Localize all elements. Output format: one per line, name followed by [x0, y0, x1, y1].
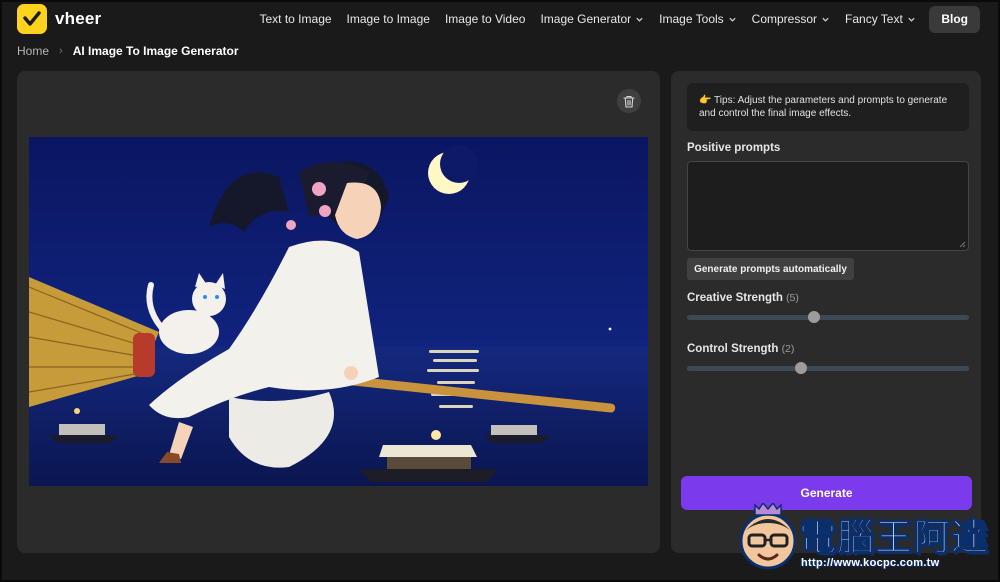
creative-strength-text: Creative Strength [687, 292, 783, 304]
settings-panel: 👉 Tips: Adjust the parameters and prompt… [671, 71, 981, 553]
logo-text: vheer [55, 9, 102, 28]
resize-handle-icon[interactable] [958, 240, 966, 248]
nav-item-fancy-text[interactable]: Fancy Text [838, 5, 924, 33]
control-strength-slider[interactable] [687, 362, 969, 374]
creative-strength-slider[interactable] [687, 311, 969, 323]
nav-item-text-to-image[interactable]: Text to Image [252, 5, 339, 33]
nav-item-label: Text to Image [259, 12, 332, 26]
nav-item-label: Image to Image [346, 12, 430, 26]
control-strength-text: Control Strength [687, 343, 779, 355]
control-strength-label: Control Strength (2) [687, 343, 794, 355]
breadcrumb-separator: › [59, 45, 63, 57]
nav-item-label: Image Generator [540, 12, 632, 26]
chevron-down-icon [822, 17, 829, 22]
blog-button[interactable]: Blog [929, 5, 980, 33]
logo[interactable]: vheer [17, 4, 101, 34]
breadcrumb-current: AI Image To Image Generator [72, 44, 239, 58]
tips-box: 👉 Tips: Adjust the parameters and prompt… [687, 83, 969, 131]
chevron-down-icon [908, 17, 915, 22]
logo-check-icon [17, 4, 47, 34]
watermark-mascot-icon [739, 503, 797, 570]
creative-strength-value: (5) [786, 292, 799, 304]
nav-menu: Text to Image Image to Image Image to Vide… [252, 5, 980, 33]
nav-item-image-to-video[interactable]: Image to Video [437, 5, 533, 33]
control-strength-thumb[interactable] [795, 362, 808, 374]
nav-item-label: Compressor [751, 12, 818, 26]
nav-item-label: Image Tools [659, 12, 724, 26]
nav-item-label: Image to Video [444, 12, 526, 26]
creative-strength-thumb[interactable] [807, 311, 820, 323]
control-strength-value: (2) [781, 343, 795, 355]
watermark: 電腦王阿達 http://www.kocpc.com.tw [737, 501, 995, 579]
watermark-url: http://www.kocpc.com.tw [801, 557, 940, 569]
chevron-down-icon [729, 17, 736, 22]
nav-item-image-tools[interactable]: Image Tools [652, 5, 744, 33]
nav-item-image-generator[interactable]: Image Generator [533, 5, 652, 33]
creative-strength-label: Creative Strength (5) [687, 292, 799, 304]
nav-item-compressor[interactable]: Compressor [744, 5, 837, 33]
trash-icon[interactable] [617, 89, 641, 113]
positive-prompts-label: Positive prompts [687, 142, 781, 154]
watermark-text: 電腦王阿達 [799, 517, 989, 559]
nav-item-label: Fancy Text [845, 12, 903, 26]
uploaded-image[interactable] [29, 137, 648, 486]
image-canvas-panel [17, 71, 660, 553]
breadcrumb: Home › AI Image To Image Generator [17, 44, 239, 58]
positive-prompts-input[interactable] [687, 161, 969, 251]
top-nav: vheer Text to Image Image to Image Image t… [0, 0, 1000, 38]
generate-prompts-button[interactable]: Generate prompts automatically [687, 258, 854, 280]
nav-item-image-to-image[interactable]: Image to Image [339, 5, 437, 33]
chevron-down-icon [636, 17, 643, 22]
breadcrumb-home[interactable]: Home [17, 44, 49, 58]
